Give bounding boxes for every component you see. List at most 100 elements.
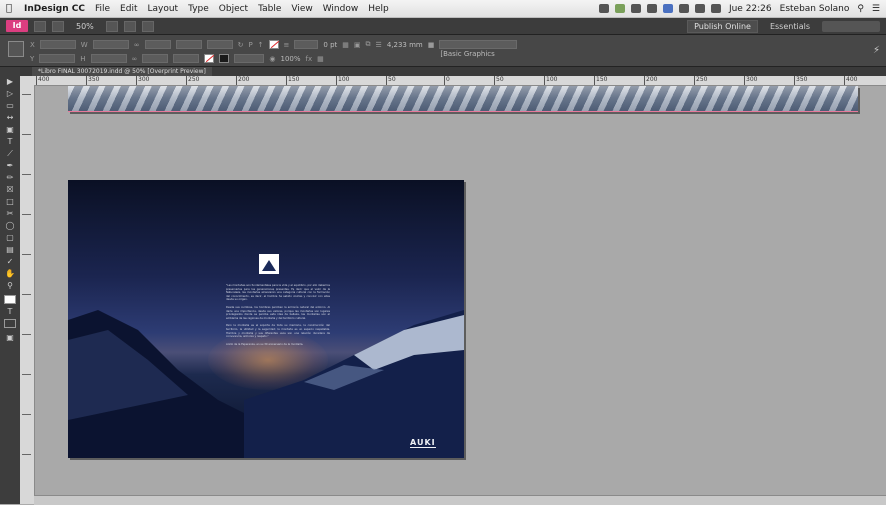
width-field[interactable] (92, 40, 129, 49)
pen-tool-icon[interactable]: ✒ (4, 161, 16, 170)
height-field[interactable] (90, 54, 127, 63)
body-text-frame[interactable]: "Las montañas son fundamentales para la … (226, 284, 330, 350)
arrange-documents-button[interactable] (123, 20, 136, 32)
user-name[interactable]: Esteban Solano (780, 4, 850, 14)
apple-icon[interactable]:  (6, 3, 12, 14)
reference-size-value[interactable]: 4,233 mm (387, 41, 423, 49)
printer-icon[interactable] (646, 4, 657, 13)
ruler-tick-label: 250 (693, 76, 708, 85)
zoom-level[interactable]: 50% (70, 22, 100, 31)
y-position-field[interactable] (39, 54, 76, 63)
menu-app-name[interactable]: InDesign CC (24, 4, 85, 14)
menu-type[interactable]: Type (188, 4, 209, 14)
document-tab[interactable]: *Libro FINAL 30072019.indd @ 50% [Overpr… (32, 67, 212, 76)
paragraph: Desde sus cumbres, los hombres perciben … (226, 305, 330, 320)
note-tool-icon[interactable]: ▤ (4, 245, 16, 254)
x-position-field[interactable] (39, 40, 76, 49)
opacity-value[interactable]: 100% (281, 55, 301, 63)
spotlight-icon[interactable]: ⚲ (857, 4, 864, 14)
type-tool-icon[interactable]: T (4, 137, 16, 146)
distribute-icon[interactable]: ▦ (317, 55, 324, 63)
gap-tool-icon[interactable]: ↔ (4, 113, 16, 122)
menu-layout[interactable]: Layout (147, 4, 178, 14)
shear-field[interactable] (206, 40, 233, 49)
menu-help[interactable]: Help (368, 4, 389, 14)
stroke-swatch[interactable] (204, 54, 215, 63)
reference-point-icon[interactable] (8, 41, 24, 57)
pasteboard[interactable]: "Las montañas son fundamentales para la … (35, 86, 886, 504)
direct-selection-tool-icon[interactable]: ▷ (4, 89, 16, 98)
hand-tool-icon[interactable]: ✋ (4, 269, 16, 278)
stroke-style-field[interactable] (234, 54, 265, 63)
fill-swatch[interactable] (268, 40, 279, 49)
align-icon[interactable]: ☰ (376, 41, 382, 49)
line-tool-icon[interactable]: ⟋ (4, 149, 16, 158)
lightning-icon[interactable]: ⚡ (873, 45, 880, 56)
constrain-icon[interactable]: ∞ (134, 41, 140, 49)
scale-x-field[interactable] (144, 40, 171, 49)
formatting-affects-icon[interactable]: T (4, 307, 16, 316)
object-style-field[interactable]: [Basic Graphics Frame]+ (439, 40, 518, 77)
display-icon[interactable] (630, 4, 641, 13)
link-icon[interactable]: ∞ (132, 55, 138, 63)
fill-swatch-icon[interactable] (4, 295, 16, 304)
ruler-tick-label: 50 (386, 76, 396, 85)
select-container-icon[interactable]: ↑ (258, 41, 264, 49)
rectangle-frame-tool-icon[interactable]: ☒ (4, 185, 16, 194)
screen-mode-button[interactable] (105, 20, 118, 32)
upper-spread-page[interactable] (68, 86, 858, 112)
fit-content-icon[interactable]: ▣ (354, 41, 361, 49)
free-transform-tool-icon[interactable]: ◯ (4, 221, 16, 230)
eyedropper-tool-icon[interactable]: ✓ (4, 257, 16, 266)
mountain-photo (68, 86, 858, 112)
horizontal-ruler[interactable]: 400 350 300 250 200 150 100 50 0 50 100 … (34, 76, 886, 86)
frame-fitting-icon[interactable]: ▦ (342, 41, 349, 49)
grid-layout-button[interactable] (141, 20, 154, 32)
pencil-tool-icon[interactable]: ✏ (4, 173, 16, 182)
content-collector-icon[interactable]: ▣ (4, 125, 16, 134)
paragraph: Pero la montaña es el soporte de toda su… (226, 324, 330, 339)
gradient-tool-icon[interactable]: ▢ (4, 233, 16, 242)
menu-object[interactable]: Object (219, 4, 248, 14)
publish-online-button[interactable]: Publish Online (687, 19, 758, 33)
rotate-icon[interactable]: ↻ (238, 41, 244, 49)
rotation-field[interactable] (175, 40, 202, 49)
menu-window[interactable]: Window (323, 4, 359, 14)
notification-center-icon[interactable]: ☰ (872, 4, 880, 14)
creative-cloud-icon[interactable] (598, 4, 609, 13)
stroke-weight-value: 0 pt (323, 40, 338, 49)
workspace-switcher[interactable]: Essentials (764, 22, 816, 31)
scale-y-field[interactable] (142, 54, 169, 63)
control-panel: X W ∞ ↻ P ↑ ≡ 0 pt ▦ ▣ ⧉ ☰ 4,233 mm ■ [B… (0, 35, 886, 77)
apply-none-icon[interactable] (4, 319, 16, 328)
screen-mode-icon[interactable]: ▣ (4, 333, 16, 342)
menu-file[interactable]: File (95, 4, 110, 14)
wifi-icon[interactable] (678, 4, 689, 13)
ruler-tick-label: 400 (843, 76, 858, 85)
zoom-tool-icon[interactable]: ⚲ (4, 281, 16, 290)
menu-view[interactable]: View (291, 4, 312, 14)
menu-edit[interactable]: Edit (120, 4, 137, 14)
airplay-icon[interactable] (694, 4, 705, 13)
dropbox-icon[interactable] (614, 4, 625, 13)
effects-icon[interactable]: fx (306, 55, 313, 63)
view-options-button[interactable] (52, 20, 64, 32)
rotate-angle-field[interactable] (173, 54, 200, 63)
flip-icon[interactable]: P (248, 41, 252, 49)
stroke-type-swatch[interactable] (219, 54, 230, 63)
adobe-stock-search-field[interactable] (822, 20, 880, 32)
bridge-button[interactable] (34, 20, 46, 32)
text-wrap-icon[interactable]: ⧉ (366, 40, 371, 49)
scissors-tool-icon[interactable]: ✂ (4, 209, 16, 218)
menu-table[interactable]: Table (258, 4, 281, 14)
stroke-weight-field[interactable] (294, 40, 319, 49)
vertical-ruler-tick (22, 94, 31, 95)
clock[interactable]: Jue 22:26 (729, 4, 772, 14)
bluetooth-icon[interactable] (662, 4, 673, 13)
page-tool-icon[interactable]: ▭ (4, 101, 16, 110)
rectangle-tool-icon[interactable]: □ (4, 197, 16, 206)
vertical-ruler[interactable] (20, 76, 35, 504)
selection-tool-icon[interactable]: ▶ (4, 77, 16, 86)
book-spread-page[interactable]: "Las montañas son fundamentales para la … (68, 180, 464, 458)
volume-icon[interactable] (710, 4, 721, 13)
